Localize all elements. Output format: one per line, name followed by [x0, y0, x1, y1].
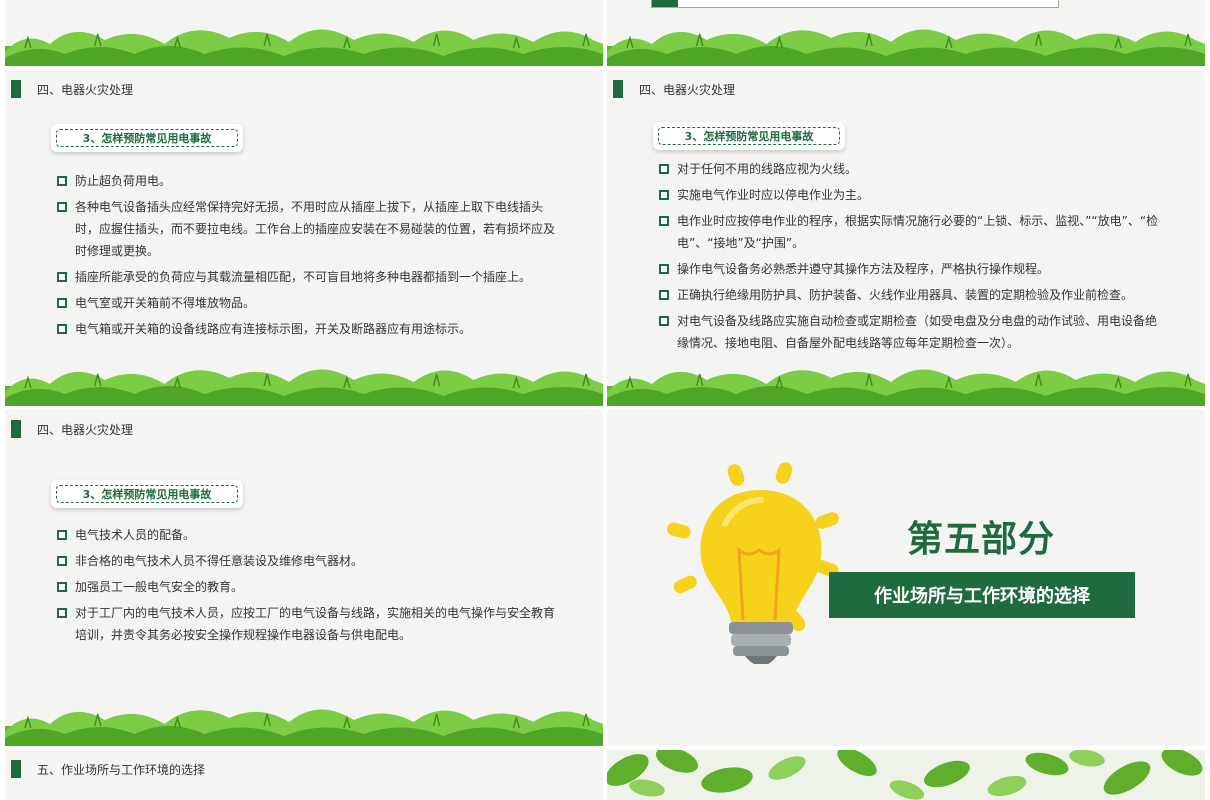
subtitle-badge: 3、怎样预防常见用电事故 [51, 124, 243, 152]
grass-decoration [5, 28, 603, 66]
grass-decoration [5, 708, 603, 746]
slide-3[interactable]: 四、电器火灾处理 3、怎样预防常见用电事故 防止超负荷用电。 各种电气设备插头应… [5, 70, 603, 406]
square-bullet-icon [57, 608, 67, 618]
section-marker [11, 80, 21, 98]
square-bullet-icon [659, 190, 669, 200]
slide-2[interactable] [607, 0, 1205, 66]
subtitle-text: 3、怎样预防常见用电事故 [56, 485, 238, 503]
section-title: 四、电器火灾处理 [639, 83, 736, 97]
list-item: 实施电气作业时应以停电作业为主。 [659, 184, 1159, 206]
square-bullet-icon [57, 176, 67, 186]
part-title: 第五部分 [907, 519, 1056, 560]
lightbulb-icon [667, 462, 839, 664]
section-title: 五、作业场所与工作环境的选择 [37, 763, 206, 777]
square-bullet-icon [659, 216, 669, 226]
subtitle-badge: 3、怎样预防常见用电事故 [51, 480, 243, 508]
section-title: 四、电器火灾处理 [37, 423, 134, 437]
slide-7[interactable]: 五、作业场所与工作环境的选择 [5, 750, 603, 800]
slide-6[interactable]: 第五部分 作业场所与工作环境的选择 [607, 410, 1205, 746]
square-bullet-icon [57, 202, 67, 212]
grass-decoration [5, 368, 603, 406]
bullet-list: 电气技术人员的配备。 非合格的电气技术人员不得任意装设及维修电气器材。 加强员工… [57, 524, 557, 650]
list-item: 电气箱或开关箱的设备线路应有连接标示图，开关及断路器应有用途标示。 [57, 318, 557, 340]
slide-1[interactable] [5, 0, 603, 66]
list-item: 电气技术人员的配备。 [57, 524, 557, 546]
subtitle-text: 3、怎样预防常见用电事故 [658, 127, 840, 145]
list-item: 加强员工一般电气安全的教育。 [57, 576, 557, 598]
subtitle-badge: 3、怎样预防常见用电事故 [653, 122, 845, 150]
list-item: 各种电气设备插头应经常保持完好无损，不用时应从插座上拔下，从插座上取下电线插头时… [57, 196, 557, 262]
square-bullet-icon [57, 324, 67, 334]
section-marker [613, 80, 623, 98]
list-item: 非合格的电气技术人员不得任意装设及维修电气器材。 [57, 550, 557, 572]
square-bullet-icon [659, 264, 669, 274]
list-item: 操作电气设备务必熟悉并遵守其操作方法及程序，严格执行操作规程。 [659, 258, 1159, 280]
content-box-edge [651, 0, 1059, 8]
list-item: 电作业时应按停电作业的程序，根据实际情况施行必要的“上锁、标示、监视、”“放电”… [659, 210, 1159, 254]
square-bullet-icon [659, 290, 669, 300]
square-bullet-icon [57, 556, 67, 566]
list-item: 对电气设备及线路应实施自动检查或定期检查（如受电盘及分电盘的动作试验、用电设备绝… [659, 310, 1159, 354]
part-subtitle-banner: 作业场所与工作环境的选择 [829, 572, 1135, 618]
list-item: 对于工厂内的电气技术人员，应按工厂的电气设备与线路，实施相关的电气操作与安全教育… [57, 602, 557, 646]
square-bullet-icon [659, 164, 669, 174]
bullet-list: 对于任何不用的线路应视为火线。 实施电气作业时应以停电作业为主。 电作业时应按停… [659, 158, 1159, 358]
list-item: 插座所能承受的负荷应与其载流量相匹配，不可盲目地将多种电器都插到一个插座上。 [57, 266, 557, 288]
square-bullet-icon [57, 272, 67, 282]
square-bullet-icon [57, 298, 67, 308]
list-item: 对于任何不用的线路应视为火线。 [659, 158, 1159, 180]
subtitle-text: 3、怎样预防常见用电事故 [56, 129, 238, 147]
grass-decoration [607, 28, 1205, 66]
bullet-list: 防止超负荷用电。 各种电气设备插头应经常保持完好无损，不用时应从插座上拔下，从插… [57, 170, 557, 344]
list-item: 电气室或开关箱前不得堆放物品。 [57, 292, 557, 314]
part-subtitle: 作业场所与工作环境的选择 [874, 586, 1090, 607]
square-bullet-icon [659, 316, 669, 326]
slide-5[interactable]: 四、电器火灾处理 3、怎样预防常见用电事故 电气技术人员的配备。 非合格的电气技… [5, 410, 603, 746]
list-item: 正确执行绝缘用防护具、防护装备、火线作业用器具、装置的定期检验及作业前检查。 [659, 284, 1159, 306]
list-item: 防止超负荷用电。 [57, 170, 557, 192]
slide-4[interactable]: 四、电器火灾处理 3、怎样预防常见用电事故 对于任何不用的线路应视为火线。 实施… [607, 70, 1205, 406]
slide-8[interactable] [607, 750, 1205, 800]
section-marker [11, 760, 21, 778]
section-title: 四、电器火灾处理 [37, 83, 134, 97]
square-bullet-icon [57, 530, 67, 540]
section-marker [11, 420, 21, 438]
leaves-decoration [607, 750, 1203, 800]
square-bullet-icon [57, 582, 67, 592]
grass-decoration [607, 368, 1205, 406]
